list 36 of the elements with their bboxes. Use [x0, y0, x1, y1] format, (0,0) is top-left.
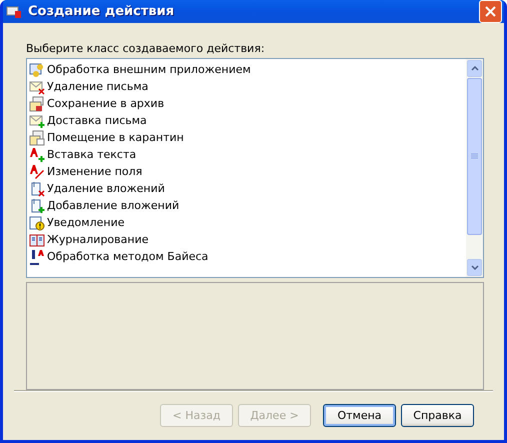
envelope-add-icon	[29, 112, 45, 128]
scroll-up-button[interactable]	[467, 60, 482, 77]
action-item[interactable]: Обработка методом Байеса	[29, 248, 466, 265]
list-label: Выберите класс создаваемого действия:	[26, 42, 266, 55]
close-icon	[485, 6, 496, 17]
action-item[interactable]: Уведомление	[29, 214, 466, 231]
attachment-delete-icon	[29, 180, 45, 196]
action-item[interactable]: Удаление вложений	[29, 180, 466, 197]
letter-pencil-icon	[29, 164, 45, 180]
warning-icon	[29, 214, 45, 230]
action-item[interactable]: Помещение в карантин	[29, 129, 466, 146]
folder-envelope-icon	[29, 130, 45, 146]
envelope-icon	[6, 4, 22, 18]
scroll-down-button[interactable]	[467, 259, 482, 276]
attachment-add-icon	[29, 198, 45, 214]
action-item[interactable]: Добавление вложений	[29, 197, 466, 214]
scroll-thumb[interactable]	[467, 78, 482, 235]
action-item[interactable]: Сохранение в архив	[29, 95, 466, 112]
letter-add-icon	[29, 146, 45, 162]
dialog-button[interactable]: Справка	[401, 404, 474, 427]
envelope-delete-icon	[29, 78, 45, 94]
archive-icon	[29, 96, 45, 112]
window-title: Создание действия	[28, 4, 176, 19]
action-item[interactable]: Доставка письма	[29, 112, 466, 129]
action-item[interactable]: Удаление письма	[29, 78, 466, 95]
action-item[interactable]: Вставка текста	[29, 146, 466, 163]
close-button[interactable]	[479, 0, 502, 23]
dialog-button[interactable]: Отмена	[323, 404, 396, 427]
chevron-down-icon	[470, 265, 478, 270]
scrollbar[interactable]	[466, 59, 483, 277]
chevron-up-icon	[470, 66, 478, 71]
grip-icon	[471, 153, 478, 160]
book-icon	[29, 232, 45, 248]
action-item[interactable]: Обработка внешним приложением	[29, 61, 466, 78]
action-item[interactable]: Журналирование	[29, 231, 466, 248]
action-item[interactable]: Изменение поля	[29, 163, 466, 180]
